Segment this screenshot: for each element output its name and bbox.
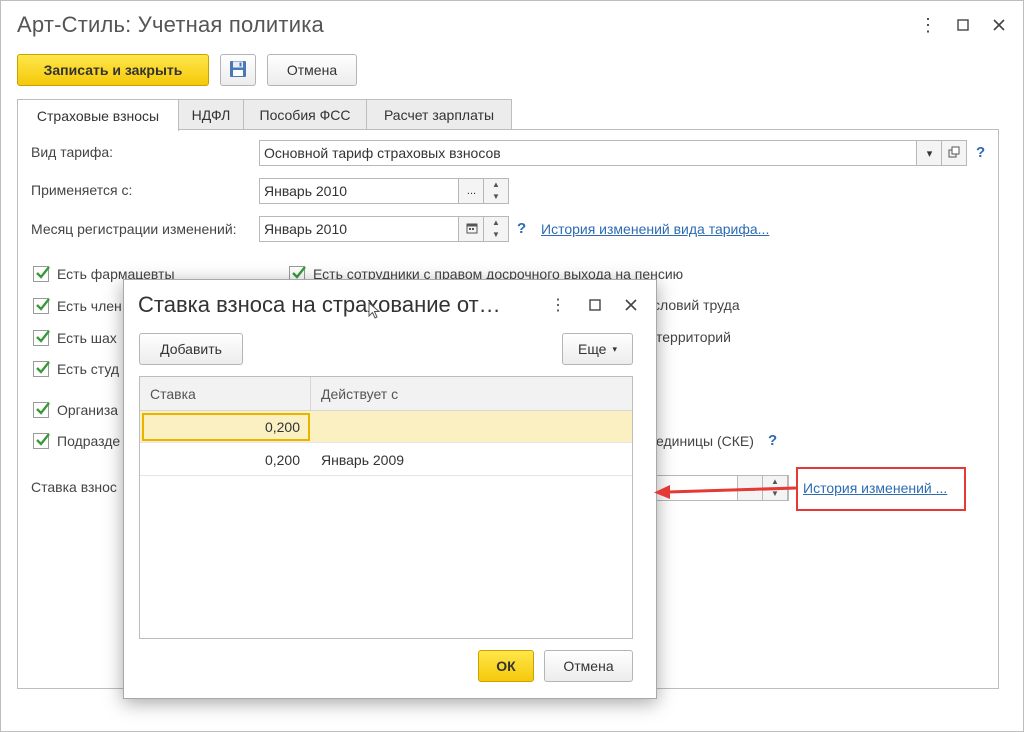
reg-month-field[interactable]: Январь 2010 ▲ ▼ (259, 216, 509, 242)
applies-label: Применяется с: (31, 182, 133, 198)
save-and-close-button[interactable]: Записать и закрыть (17, 54, 209, 86)
rate-field[interactable]: ... ▲ ▼ (641, 475, 789, 501)
dialog-cancel-button[interactable]: Отмена (544, 650, 633, 682)
floppy-disk-icon (229, 60, 247, 81)
rate-spinner[interactable]: ▲ ▼ (762, 475, 788, 501)
table-row-selected[interactable]: 0,200 (140, 411, 632, 443)
rates-table[interactable]: Ставка Действует с 0,200 0,200 Январь 20… (139, 376, 633, 639)
checkbox-label: Есть член (57, 298, 122, 314)
column-header-rate[interactable]: Ставка (140, 377, 311, 411)
checkbox-label-partial: словий труда (653, 297, 740, 313)
checkbox-students[interactable]: Есть студ (33, 359, 119, 379)
checkbox-members[interactable]: Есть член (33, 296, 122, 316)
mouse-cursor-icon (368, 302, 381, 319)
tariff-value: Основной тариф страховых взносов (264, 145, 501, 161)
applies-field[interactable]: Январь 2010 ... ▲ ▼ (259, 178, 509, 204)
tab-insurance[interactable]: Страховые взносы (17, 99, 179, 131)
tariff-history-link[interactable]: История изменений вида тарифа... (541, 221, 769, 237)
checkbox-checked[interactable] (33, 433, 50, 449)
tab-ndfl[interactable]: НДФЛ (178, 99, 244, 130)
calendar-button[interactable] (458, 216, 484, 242)
select-button[interactable]: ... (737, 475, 763, 501)
checkbox-label: Подразде (57, 433, 121, 449)
tab-fss[interactable]: Пособия ФСС (243, 99, 367, 130)
table-row[interactable]: 0,200 Январь 2009 (140, 444, 632, 476)
select-button[interactable]: ... (458, 178, 484, 204)
checkbox-subdivisions[interactable]: Подразде (33, 431, 120, 451)
checkbox-checked[interactable] (33, 361, 50, 377)
annotation-highlight-box (796, 467, 966, 511)
close-icon[interactable] (987, 13, 1011, 37)
chevron-down-icon: ▾ (612, 343, 618, 354)
chevron-down-icon: ▾ (926, 147, 933, 160)
add-button[interactable]: Добавить (139, 333, 243, 365)
checkbox-miners[interactable]: Есть шах (33, 328, 117, 348)
spin-down-icon[interactable]: ▼ (763, 488, 787, 500)
checkbox-checked[interactable] (33, 298, 50, 314)
rate-dialog: Ставка взноса на страхование от… ⋮ Добав… (123, 279, 657, 699)
checkbox-checked[interactable] (33, 330, 50, 346)
column-header-from[interactable]: Действует с (311, 377, 631, 411)
dialog-title: Ставка взноса на страхование от… (138, 292, 501, 317)
from-cell[interactable]: Январь 2009 (321, 444, 621, 476)
reg-month-label: Месяц регистрации изменений: (31, 221, 237, 237)
ellipsis-icon: ... (745, 482, 756, 494)
spin-up-icon[interactable]: ▲ (484, 179, 508, 191)
spin-up-icon[interactable]: ▲ (484, 217, 508, 229)
help-icon[interactable]: ? (976, 144, 985, 161)
rate-label: Ставка взнос (31, 479, 117, 495)
reg-month-value: Январь 2010 (264, 221, 348, 237)
calendar-icon (466, 222, 478, 237)
month-spinner[interactable]: ▲ ▼ (483, 178, 509, 204)
window-title: Арт-Стиль: Учетная политика (17, 12, 324, 37)
rate-cell[interactable]: 0,200 (142, 413, 310, 441)
applies-value: Январь 2010 (264, 183, 348, 199)
spin-up-icon[interactable]: ▲ (763, 476, 787, 488)
rate-cell[interactable]: 0,200 (140, 444, 310, 476)
open-button[interactable] (941, 140, 967, 166)
checkbox-label-partial: единицы (СКЕ) (656, 433, 754, 449)
checkbox-label: Есть студ (57, 361, 120, 377)
ellipsis-icon: ... (466, 185, 477, 197)
from-cell[interactable] (321, 411, 621, 443)
checkbox-label: Есть шах (57, 330, 117, 346)
table-header: Ставка Действует с (140, 377, 632, 411)
maximize-icon[interactable] (584, 294, 606, 316)
tariff-label: Вид тарифа: (31, 144, 114, 160)
help-icon[interactable]: ? (517, 220, 526, 237)
checkbox-organization[interactable]: Организа (33, 400, 118, 420)
open-window-icon (948, 146, 960, 161)
more-menu-icon[interactable]: ⋮ (916, 13, 940, 37)
ok-button[interactable]: ОК (478, 650, 534, 682)
spin-down-icon[interactable]: ▼ (484, 191, 508, 203)
tab-payroll[interactable]: Расчет зарплаты (366, 99, 512, 130)
checkbox-label-partial: территорий (656, 329, 731, 345)
close-icon[interactable] (620, 294, 642, 316)
more-label: Еще (577, 341, 607, 357)
cancel-button[interactable]: Отмена (267, 54, 357, 86)
spin-down-icon[interactable]: ▼ (484, 229, 508, 241)
maximize-icon[interactable] (951, 13, 975, 37)
save-button[interactable] (220, 54, 256, 86)
reg-month-spinner[interactable]: ▲ ▼ (483, 216, 509, 242)
tariff-field[interactable]: Основной тариф страховых взносов ▾ (259, 140, 967, 166)
checkbox-label: Организа (57, 402, 119, 418)
help-icon[interactable]: ? (768, 432, 777, 449)
dropdown-button[interactable]: ▾ (916, 140, 942, 166)
more-menu-icon[interactable]: ⋮ (547, 294, 569, 316)
checkbox-checked[interactable] (33, 266, 50, 282)
checkbox-checked[interactable] (33, 402, 50, 418)
more-button[interactable]: Еще ▾ (562, 333, 633, 365)
